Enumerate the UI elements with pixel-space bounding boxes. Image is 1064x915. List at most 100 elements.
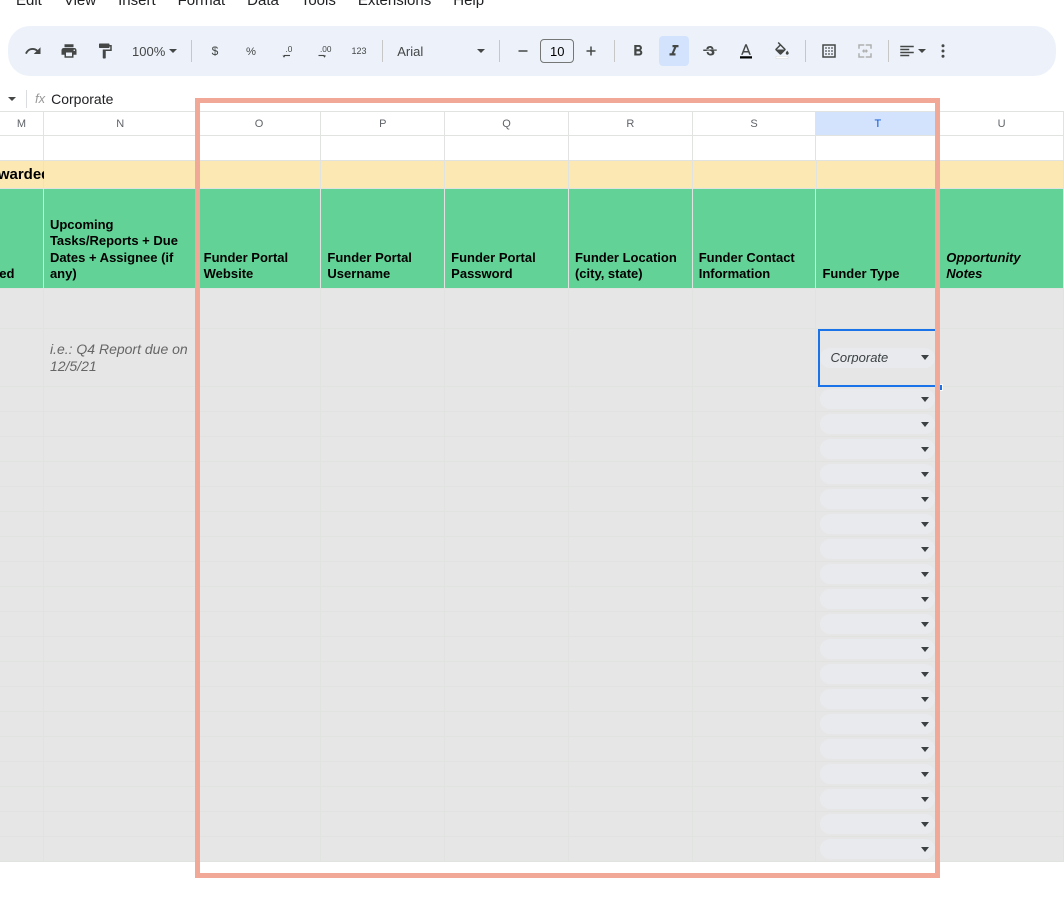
column-header-S[interactable]: S (693, 112, 817, 135)
cell-T[interactable] (817, 161, 941, 188)
cell-Q[interactable] (445, 637, 569, 661)
cell-M[interactable] (0, 687, 44, 711)
cell-M[interactable] (0, 512, 44, 536)
cell-N[interactable] (44, 787, 198, 811)
cell-S[interactable] (693, 136, 817, 160)
data-row[interactable] (0, 412, 1064, 437)
menu-extensions[interactable]: Extensions (358, 0, 431, 9)
cell-T[interactable] (816, 437, 940, 461)
data-row[interactable] (0, 487, 1064, 512)
cell-R[interactable]: Funder Location (city, state) (569, 189, 693, 288)
cell-T[interactable] (816, 487, 940, 511)
cell-Q[interactable] (445, 387, 569, 411)
paint-format-button[interactable] (90, 36, 120, 66)
cell-R[interactable] (569, 462, 693, 486)
cell-O[interactable] (198, 787, 322, 811)
decrease-decimal-button[interactable]: .0 (272, 36, 302, 66)
cell-N[interactable] (44, 712, 198, 736)
font-size-input[interactable] (540, 39, 574, 63)
print-button[interactable] (54, 36, 84, 66)
cell-M[interactable] (0, 737, 44, 761)
data-row[interactable] (0, 637, 1064, 662)
cell-N[interactable] (44, 562, 198, 586)
funder-type-chip[interactable]: Corporate (820, 348, 935, 368)
cell-Q[interactable] (445, 289, 569, 328)
cell-P[interactable] (321, 412, 445, 436)
cell-Q[interactable] (445, 687, 569, 711)
cell-N[interactable] (44, 462, 198, 486)
bold-button[interactable] (623, 36, 653, 66)
data-row[interactable] (0, 837, 1064, 862)
cell-N[interactable] (44, 161, 198, 188)
data-row-sample[interactable]: i.e.: Q4 Report due on 12/5/21 Corporate (0, 329, 1064, 387)
cell-M[interactable] (0, 412, 44, 436)
data-row[interactable] (0, 762, 1064, 787)
cell-U[interactable] (940, 412, 1064, 436)
cell-M[interactable] (0, 387, 44, 411)
cell-N[interactable] (44, 487, 198, 511)
cell-U[interactable] (940, 289, 1064, 328)
cell-S[interactable] (693, 837, 817, 861)
cell-P[interactable] (321, 329, 445, 386)
fill-color-button[interactable] (767, 36, 797, 66)
cell-R[interactable] (569, 787, 693, 811)
cell-Q[interactable] (445, 512, 569, 536)
cell-M[interactable] (0, 562, 44, 586)
funder-type-chip-empty[interactable] (820, 689, 935, 709)
percent-button[interactable]: % (236, 36, 266, 66)
cell-P[interactable] (321, 737, 445, 761)
cell-S[interactable] (693, 161, 817, 188)
cell-O[interactable] (198, 537, 322, 561)
cell-R[interactable] (569, 662, 693, 686)
cell-N[interactable] (44, 762, 198, 786)
funder-type-chip-empty[interactable] (820, 639, 935, 659)
cell-T[interactable] (816, 837, 940, 861)
cell-M[interactable] (0, 662, 44, 686)
cell-U[interactable] (940, 712, 1064, 736)
menu-help[interactable]: Help (453, 0, 484, 9)
cell-N[interactable] (44, 687, 198, 711)
cell-O[interactable] (198, 161, 322, 188)
data-row[interactable] (0, 662, 1064, 687)
cell-U[interactable] (940, 562, 1064, 586)
data-row[interactable] (0, 562, 1064, 587)
cell-T[interactable] (816, 136, 940, 160)
cell-P[interactable]: Funder Portal Username (321, 189, 445, 288)
menu-data[interactable]: Data (247, 0, 279, 9)
cell-P[interactable] (321, 562, 445, 586)
funder-type-chip-empty[interactable] (820, 389, 935, 409)
cell-O[interactable] (198, 712, 322, 736)
cell-R[interactable] (569, 812, 693, 836)
data-row[interactable] (0, 587, 1064, 612)
data-row[interactable] (0, 737, 1064, 762)
funder-type-chip-empty[interactable] (820, 839, 935, 859)
cell-R[interactable] (569, 687, 693, 711)
cell-Q[interactable] (445, 412, 569, 436)
cell-T[interactable] (816, 712, 940, 736)
cell-R[interactable] (569, 136, 693, 160)
cell-N[interactable] (44, 662, 198, 686)
menu-format[interactable]: Format (178, 0, 226, 9)
cell-P[interactable] (321, 487, 445, 511)
cell-P[interactable] (321, 637, 445, 661)
cell-U[interactable] (940, 161, 1064, 188)
cell-S[interactable] (693, 587, 817, 611)
grid[interactable]: got awarded in 2023 NotifiedUpcoming Tas… (0, 136, 1064, 862)
cell-S[interactable] (693, 662, 817, 686)
data-row[interactable] (0, 787, 1064, 812)
data-row[interactable] (0, 537, 1064, 562)
cell-U[interactable] (940, 637, 1064, 661)
cell-T[interactable] (816, 412, 940, 436)
cell-R[interactable] (569, 587, 693, 611)
cell-T[interactable] (816, 512, 940, 536)
cell-S[interactable] (693, 537, 817, 561)
funder-type-chip-empty[interactable] (820, 539, 935, 559)
cell-N[interactable]: i.e.: Q4 Report due on 12/5/21 (44, 329, 198, 386)
cell-M[interactable] (0, 712, 44, 736)
funder-type-chip-empty[interactable] (820, 664, 935, 684)
cell-R[interactable] (569, 412, 693, 436)
cell-U[interactable] (940, 462, 1064, 486)
cell-P[interactable] (321, 687, 445, 711)
cell-S[interactable] (693, 737, 817, 761)
data-row[interactable] (0, 712, 1064, 737)
